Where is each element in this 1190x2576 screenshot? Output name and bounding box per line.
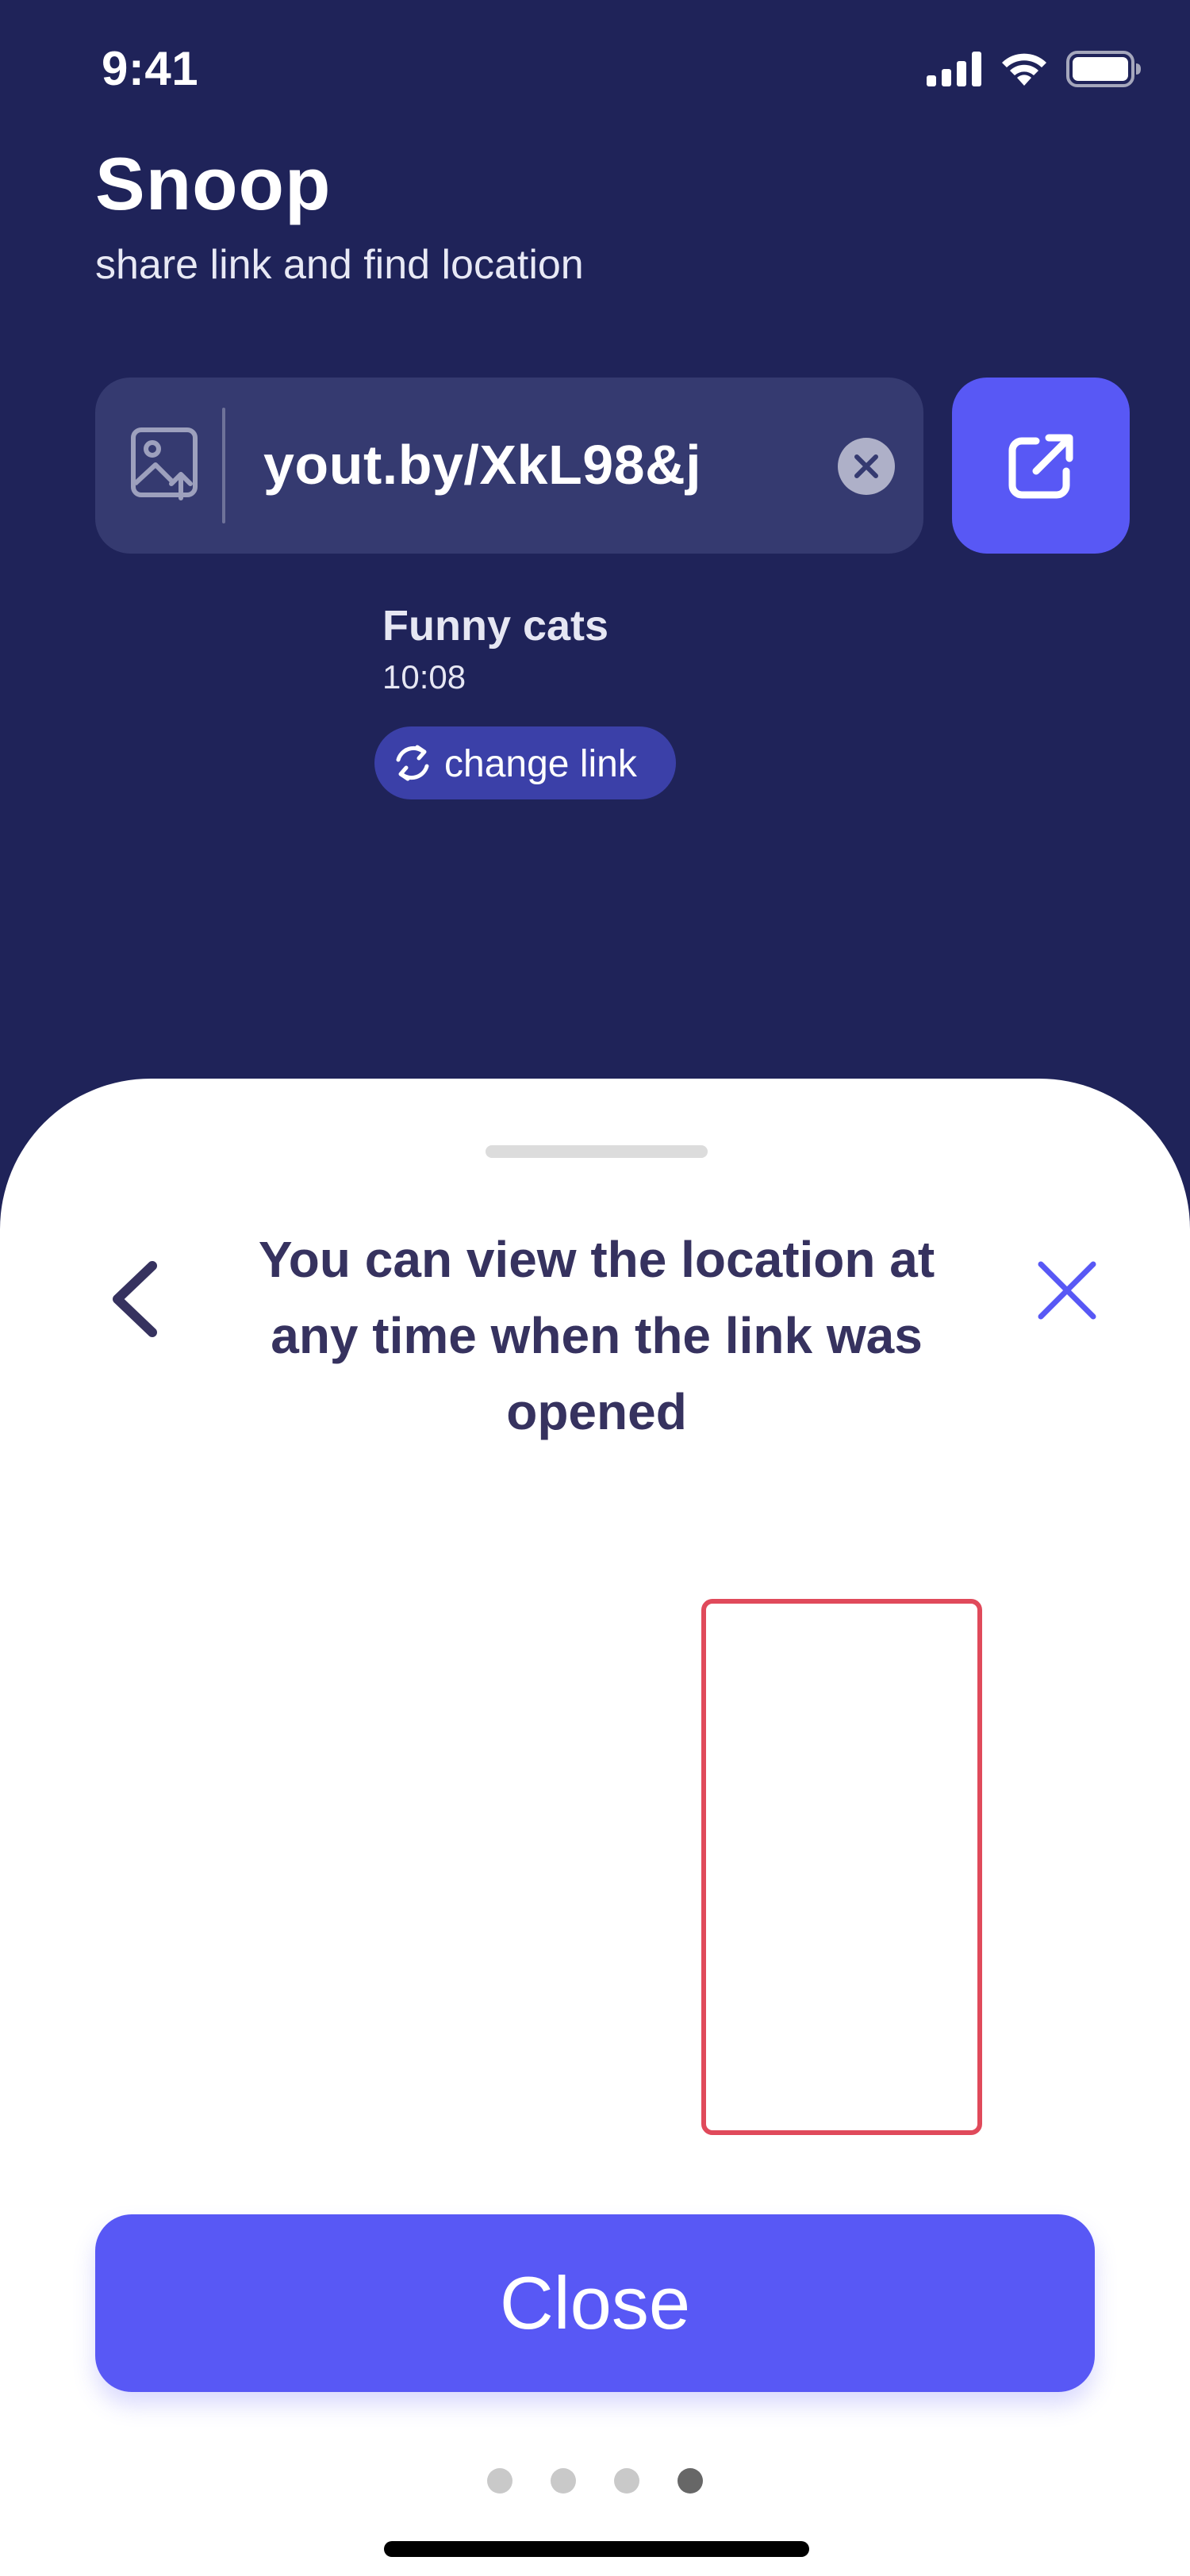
phone-illustration-frame [701, 1599, 982, 2135]
sheet-grabber[interactable] [486, 1145, 708, 1158]
battery-icon [1066, 51, 1142, 87]
link-input-field[interactable]: yout.by/XkL98&j [95, 378, 923, 554]
screen: 9:41 Snoop share link and find location … [0, 0, 1190, 2576]
change-link-label: change link [444, 743, 637, 785]
page-dot-3[interactable] [614, 2468, 639, 2494]
share-link-button[interactable] [952, 378, 1130, 554]
sheet-title: You can view the location at any time wh… [258, 1231, 935, 1440]
page-dot-2[interactable] [551, 2468, 576, 2494]
chevron-left-icon [103, 1261, 167, 1350]
image-upload-icon[interactable] [130, 425, 200, 504]
page-dot-4[interactable] [678, 2468, 703, 2494]
page-dot-1[interactable] [487, 2468, 512, 2494]
clear-link-button[interactable] [838, 438, 895, 495]
link-value[interactable]: yout.by/XkL98&j [263, 433, 701, 496]
wifi-icon [1000, 51, 1049, 87]
close-button[interactable]: Close [95, 2214, 1095, 2392]
back-button[interactable] [103, 1252, 167, 1347]
pagination-dots [487, 2468, 709, 2500]
signal-icon [927, 52, 982, 86]
change-link-button[interactable]: change link [374, 726, 676, 799]
close-icon [1035, 1261, 1100, 1326]
status-icons [927, 51, 1142, 87]
dismiss-button[interactable] [1035, 1258, 1100, 1323]
link-name: Funny cats [382, 602, 609, 650]
home-indicator[interactable] [384, 2541, 809, 2557]
app-subtitle: share link and find location [95, 242, 584, 288]
link-time: 10:08 [382, 658, 466, 696]
bottom-sheet: You can view the location at any time wh… [0, 1079, 1190, 2576]
app-title: Snoop [95, 142, 332, 225]
status-time: 9:41 [102, 42, 199, 95]
field-divider [222, 408, 225, 523]
